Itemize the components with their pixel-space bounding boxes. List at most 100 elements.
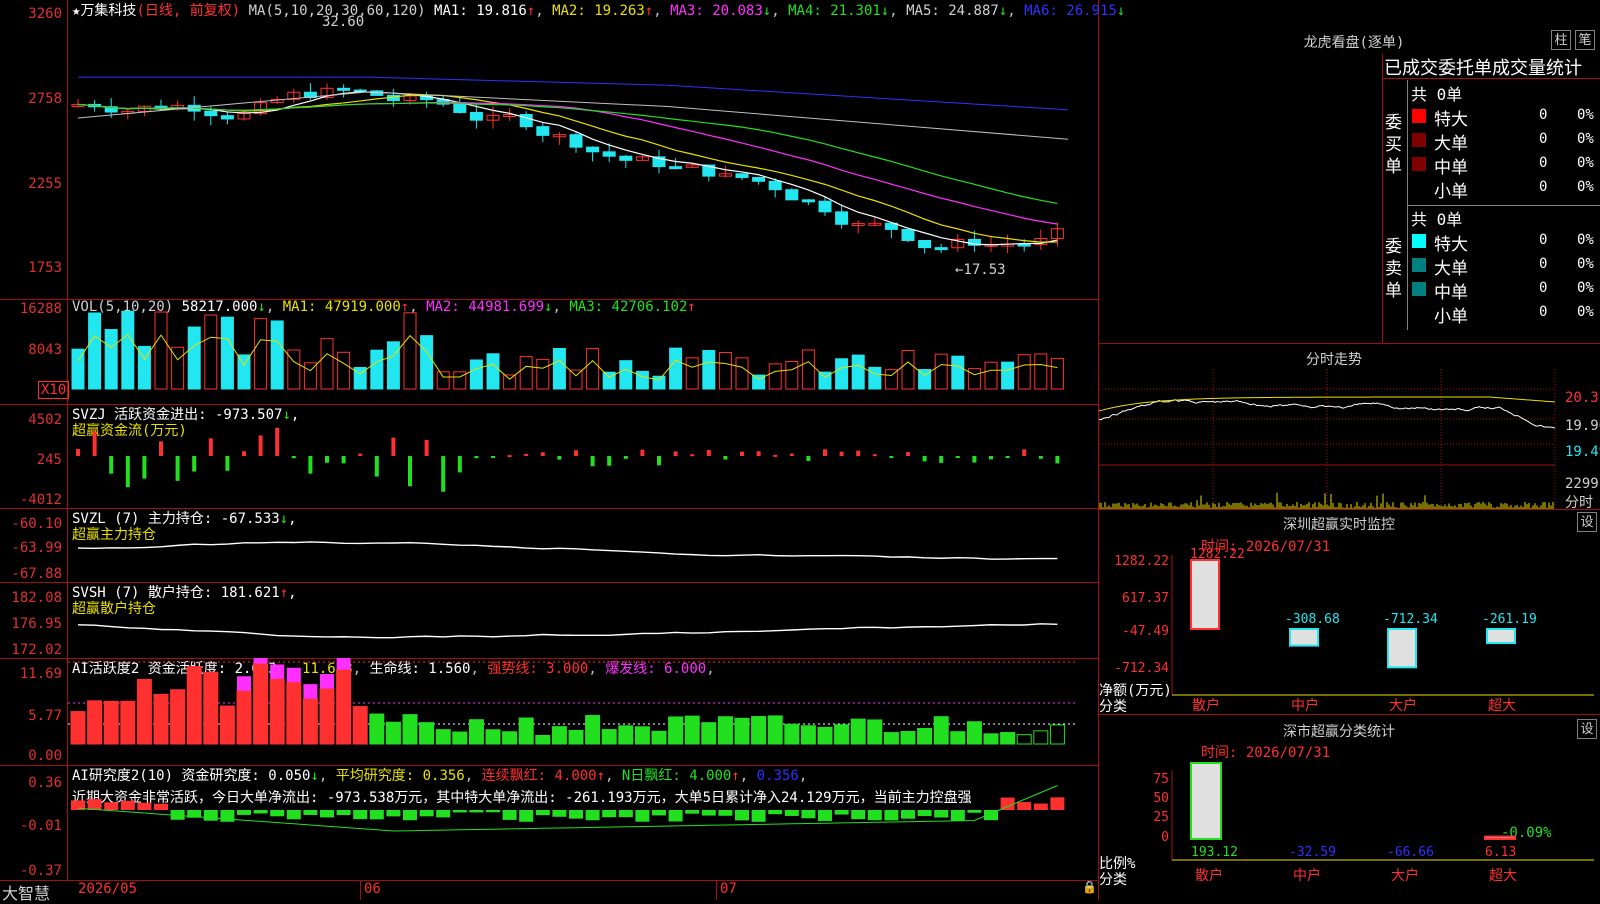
flow-bar (291, 456, 296, 459)
volume-bar (254, 318, 268, 390)
volume-bar (669, 347, 683, 390)
volume-bar (403, 312, 417, 390)
y-axis-label: 8043 (28, 342, 62, 358)
activity-bar (618, 725, 634, 745)
flow-bar (740, 451, 744, 456)
retail-holding-plot (77, 623, 1058, 639)
volume-bar (552, 347, 566, 390)
activity-bar (402, 714, 418, 745)
activity-bar (983, 733, 999, 745)
order-percent: 0% (1577, 107, 1594, 123)
y-axis-label: 4502 (28, 412, 62, 428)
activity-plot (68, 658, 1078, 745)
lhb-panel[interactable]: 龙虎看盘(逐单) 柱 笔 已成交委托单成交量统计 委买单 共 0单 特大 0 0% 大… (1099, 0, 1600, 345)
order-count: 0 (1539, 256, 1548, 272)
research-bar (735, 810, 749, 821)
volume-bar (635, 370, 649, 390)
bar-mode-button[interactable]: 柱 (1551, 30, 1571, 50)
sz-stats-panel[interactable]: 深市超赢分类统计 设 时间: 2026/07/31 比例% 分类 -0.09% … (1099, 715, 1600, 900)
flow-bar (955, 456, 960, 458)
flow-bar (922, 456, 927, 462)
activity-bar (419, 722, 435, 745)
order-row: 大单 0 0% (1409, 254, 1599, 279)
volume-bar (270, 320, 284, 390)
order-percent: 0% (1577, 155, 1594, 171)
volume-panel[interactable]: VOL(5,10,20) 58217.000↓, MA1: 47919.000↑… (0, 299, 1098, 404)
lock-icon[interactable]: 🔒 (1082, 880, 1097, 894)
y-axis-label: 0.36 (28, 775, 62, 791)
activity-bar (867, 719, 883, 745)
ratio-bar-chart: 75 50 25 0 193.12 散户 -32.59 中户 -66.66 大户 6.13 超大 (1153, 762, 1594, 884)
volume-bar (154, 311, 168, 390)
volume-bar (1034, 353, 1048, 390)
flow-bar (109, 456, 114, 474)
research-bar (569, 810, 583, 819)
volume-bar (486, 353, 500, 390)
volume-bar (735, 357, 749, 390)
order-row: 大单 0 0% (1409, 129, 1599, 154)
ai-activity-panel[interactable]: AI活跃度2 资金活跃度: 2.633↓, 11.688, 生命线: 1.560… (0, 658, 1098, 765)
buy-total: 共 0单 (1411, 85, 1463, 104)
research-bar (967, 810, 982, 813)
category-label: 超大 (1489, 868, 1517, 884)
lhb-title: 龙虎看盘(逐单) (1303, 35, 1405, 51)
order-count: 0 (1539, 155, 1548, 171)
capital-flow-plot (76, 427, 1060, 492)
svsh-panel[interactable]: SVSH (7) 散户持仓: 181.621↑, 超赢散户持仓 182.08 1… (0, 582, 1098, 658)
intraday-chart[interactable] (1099, 369, 1569, 510)
flow-bar (325, 456, 329, 463)
flow-bar (789, 453, 794, 456)
research-bar (618, 810, 633, 818)
order-count: 0 (1539, 179, 1548, 195)
color-swatch (1412, 181, 1426, 195)
activity-bar (568, 729, 584, 745)
flow-bar (823, 449, 827, 456)
ai-research-panel[interactable]: AI研究度2(10) 资金研究度: 0.050↓, 平均研究度: 0.356, … (0, 765, 1098, 880)
main-chart[interactable]: ★万集科技(日线, 前复权) MA(5,10,20,30,60,120) MA1… (0, 0, 1125, 299)
order-count: 0 (1539, 232, 1548, 248)
volume-bar (1001, 361, 1015, 390)
order-type: 特大 (1434, 110, 1468, 130)
y-axis-label: -0.37 (19, 863, 62, 879)
flow-bar (590, 456, 595, 467)
intraday-price-low: 19.49 (1565, 444, 1600, 460)
activity-bar (1033, 730, 1049, 745)
activity-bar (352, 706, 368, 745)
tick-mode-button[interactable]: 笔 (1575, 30, 1595, 50)
research-bar (718, 810, 733, 816)
y-axis-label: -67.88 (11, 566, 62, 582)
candle-body (901, 228, 915, 241)
candle-body (768, 180, 782, 191)
flow-bar (607, 456, 612, 466)
activity-bar-top (253, 658, 268, 665)
activity-bar-top (303, 684, 318, 700)
app-name: 大智慧 (2, 884, 51, 903)
intraday-panel[interactable]: 分时走势 20.31 19.90 19.49 2299 分时 (1099, 345, 1600, 511)
activity-bar (834, 724, 850, 745)
flow-bar (142, 456, 147, 479)
volume-bar (536, 358, 550, 390)
research-bar (1050, 797, 1065, 810)
volume-bar (851, 354, 865, 390)
flow-bar (258, 435, 263, 456)
flow-bar (574, 450, 578, 456)
volume-bar (104, 329, 118, 390)
flow-bar (441, 456, 446, 492)
activity-bar (850, 718, 866, 745)
flow-bar (374, 456, 379, 477)
candlestick-plot[interactable] (68, 0, 1098, 299)
svzl-panel[interactable]: SVZL (7) 主力持仓: -67.533↓, 超赢主力持仓 -60.10 -… (0, 508, 1098, 582)
candle-body (536, 126, 550, 136)
y-axis-label: -47.49 (1122, 624, 1169, 639)
buy-side-label: 委买单 (1385, 113, 1402, 177)
svzj-panel[interactable]: SVZJ 活跃资金进出: -973.507↓, 超赢资金流(万元) 4502 2… (0, 404, 1098, 508)
flow-bar (690, 454, 695, 457)
flow-bar (308, 456, 313, 474)
volume-bar (187, 326, 201, 390)
research-bar (469, 810, 484, 813)
sz-monitor-panel[interactable]: 深圳超赢实时监控 设 时间: 2026/07/31 净额(万元) 分类 1282… (1099, 510, 1600, 715)
research-bar (602, 810, 617, 818)
activity-bar (767, 715, 783, 745)
y-axis-label: 1282.22 (1114, 554, 1169, 569)
candle-body (785, 189, 799, 201)
